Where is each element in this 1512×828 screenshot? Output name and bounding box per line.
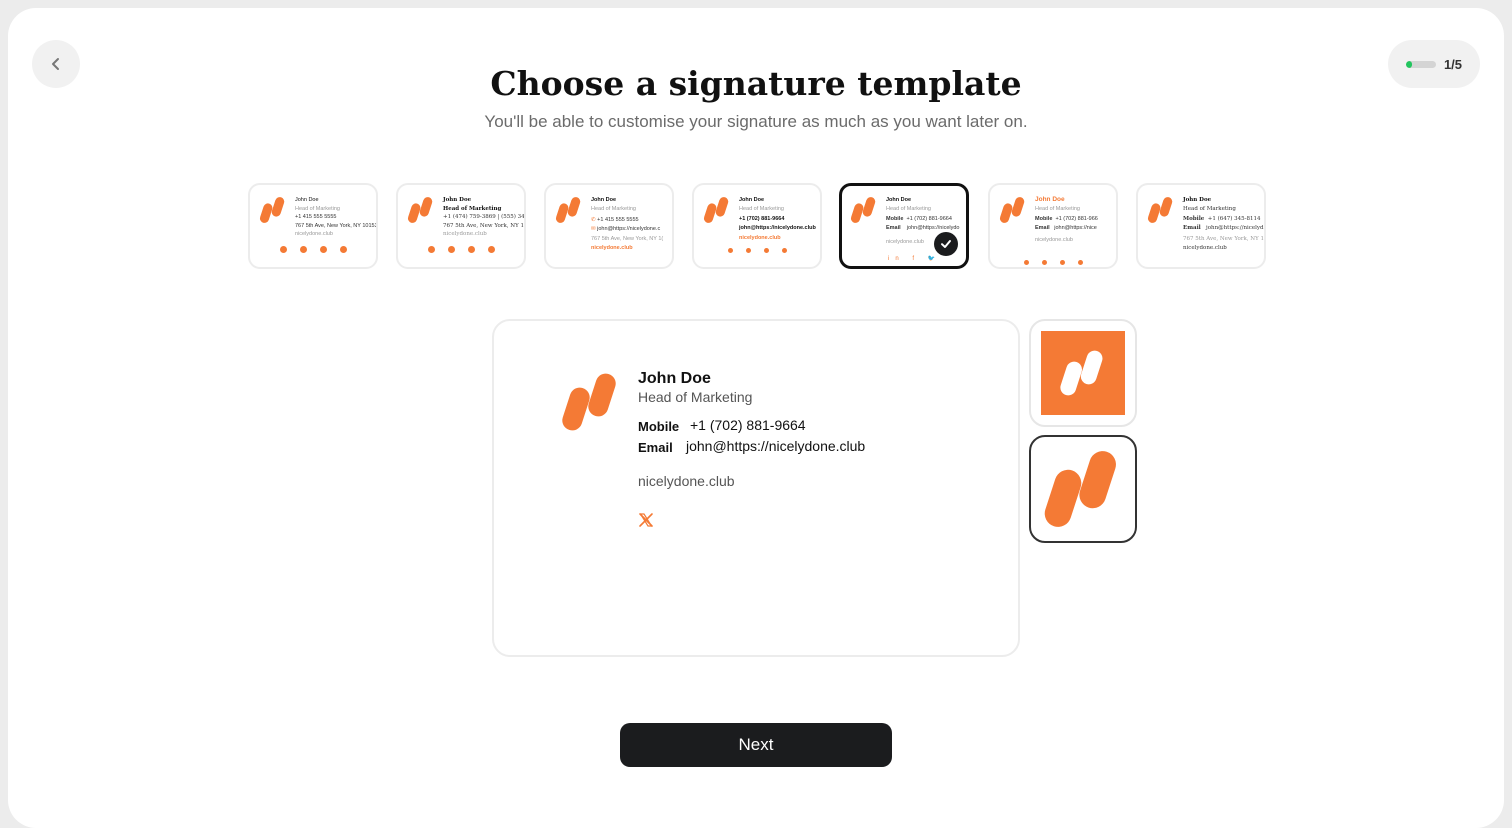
template-option-3[interactable]: John Doe Head of Marketing ✆ +1 415 555 … xyxy=(544,183,674,269)
template-text: John Doe Head of Marketing +1 (474) 759-… xyxy=(443,197,526,237)
preview-mobile-row: Mobile +1 (702) 881-9664 xyxy=(638,417,806,434)
template-option-2[interactable]: John Doe Head of Marketing +1 (474) 759-… xyxy=(396,183,526,269)
social-icons xyxy=(990,260,1116,265)
brand-logo-icon xyxy=(850,197,876,223)
social-icons: in f 🐦 xyxy=(888,256,942,262)
brand-logo-icon xyxy=(999,197,1025,223)
template-option-6[interactable]: John Doe Head of Marketing Mobile +1 (70… xyxy=(988,183,1118,269)
logo-option-plain[interactable] xyxy=(1029,435,1137,543)
preview-role: Head of Marketing xyxy=(638,389,753,405)
preview-name: John Doe xyxy=(638,370,711,387)
mobile-label: Mobile xyxy=(638,419,680,434)
template-option-5[interactable]: John Doe Head of Marketing Mobile +1 (70… xyxy=(839,183,969,269)
template-text: John Doe Head of Marketing Mobile +1 (64… xyxy=(1183,197,1266,251)
social-icons xyxy=(398,246,524,253)
brand-logo-icon xyxy=(259,197,285,223)
social-icons xyxy=(694,248,820,253)
next-button[interactable]: Next xyxy=(620,723,892,767)
preview-email-row: Email john@https://nicelydone.club xyxy=(638,438,865,455)
email-label: Email xyxy=(638,440,673,455)
logo-option-filled[interactable] xyxy=(1029,319,1137,427)
template-option-1[interactable]: John Doe Head of Marketing +1 415 555 55… xyxy=(248,183,378,269)
page-subtitle: You'll be able to customise your signatu… xyxy=(484,112,1028,131)
email-value: john@https://nicelydone.club xyxy=(686,438,866,454)
template-text: John Doe Head of Marketing +1 (702) 881-… xyxy=(739,197,816,241)
brand-logo-icon xyxy=(1044,451,1116,527)
selected-check-icon xyxy=(934,232,958,256)
preview-website: nicelydone.club xyxy=(638,473,735,489)
brand-logo-icon xyxy=(562,373,616,431)
template-text: John Doe Head of Marketing ✆ +1 415 555 … xyxy=(591,197,664,251)
onboarding-card: 1/5 Choose a signature template You'll b… xyxy=(8,8,1504,828)
social-icons xyxy=(250,246,376,253)
template-text: John Doe Head of Marketing Mobile +1 (70… xyxy=(1035,196,1098,243)
mobile-value: +1 (702) 881-9664 xyxy=(690,417,806,433)
x-twitter-icon[interactable] xyxy=(638,512,654,528)
template-option-7[interactable]: John Doe Head of Marketing Mobile +1 (64… xyxy=(1136,183,1266,269)
page-title: Choose a signature template xyxy=(490,64,1022,103)
signature-preview: John Doe Head of Marketing Mobile +1 (70… xyxy=(492,319,1020,657)
brand-logo-icon xyxy=(703,197,729,223)
brand-logo-icon xyxy=(1147,197,1173,223)
brand-logo-icon xyxy=(407,197,433,223)
template-option-4[interactable]: John Doe Head of Marketing +1 (702) 881-… xyxy=(692,183,822,269)
brand-logo-icon xyxy=(1060,350,1103,396)
logo-square xyxy=(1041,331,1125,415)
template-text: John Doe Head of Marketing +1 415 555 55… xyxy=(295,197,378,237)
brand-logo-icon xyxy=(555,197,581,223)
